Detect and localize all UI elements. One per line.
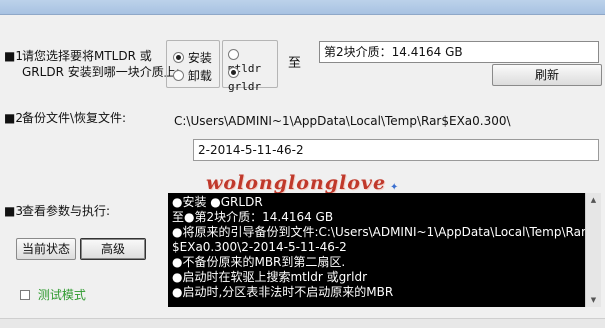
output-line: 至●第2块介质：14.4164 GB: [172, 210, 334, 224]
radio-uninstall-indicator: [173, 70, 184, 81]
section2-label: 备份文件\恢复文件:: [22, 111, 127, 125]
radio-grldr-label: grldr: [228, 80, 262, 93]
scroll-down-icon[interactable]: ▼: [586, 293, 601, 307]
radio-grldr-indicator: [228, 67, 239, 78]
action-radio-group: 安装 卸载: [166, 40, 220, 88]
window-titlebar[interactable]: [0, 0, 605, 15]
test-mode-checkbox[interactable]: 测试模式: [20, 286, 86, 303]
test-mode-checkbox-box: [20, 290, 30, 300]
output-line: ●将原来的引导备份到文件:C:\Users\ADMINI~1\AppData\L…: [172, 225, 585, 239]
section1-prompt-line1: 请您选择要将MTLDR 或: [22, 49, 152, 63]
advanced-button[interactable]: 高级: [80, 238, 146, 260]
backup-filename-value: 2-2014-5-11-46-2: [198, 143, 304, 157]
radio-mtldr-indicator: [228, 49, 239, 60]
section3-label: 查看参数与执行:: [22, 204, 111, 218]
radio-uninstall-label: 卸载: [187, 69, 212, 83]
refresh-button[interactable]: 刷新: [492, 64, 602, 86]
watermark-text: wolonglonglove: [206, 172, 387, 194]
section3-number: ■3: [4, 204, 23, 218]
to-label: 至: [288, 56, 302, 71]
output-line: ●启动时在软驱上搜索mtldr 或grldr: [172, 270, 368, 284]
output-line: ●安装 ●GRLDR: [172, 195, 263, 209]
sparkle-icon: ✦: [390, 182, 399, 193]
target-disk-dropdown[interactable]: 第2块介质：14.4164 GB: [319, 41, 599, 63]
section2-number: ■2: [4, 111, 23, 125]
output-line: ●不备份原来的MBR到第二扇区.: [172, 255, 346, 269]
output-console: ●安装 ●GRLDR 至●第2块介质：14.4164 GB ●将原来的引导备份到…: [168, 193, 585, 307]
section1-number: ■1: [4, 49, 23, 63]
radio-install[interactable]: 安装: [173, 49, 212, 66]
target-disk-value: 第2块介质：14.4164 GB: [324, 45, 463, 59]
radio-uninstall[interactable]: 卸载: [173, 67, 212, 84]
output-scrollbar[interactable]: ▲ ▼: [585, 193, 601, 307]
radio-install-indicator: [173, 52, 184, 63]
output-line: $EXa0.300\2-2014-5-11-46-2: [172, 240, 347, 254]
test-mode-label: 测试模式: [37, 288, 86, 302]
output-line: ●启动时,分区表非法时不启动原来的MBR: [172, 285, 394, 299]
loader-radio-group: mtldr grldr: [222, 40, 278, 93]
backup-path: C:\Users\ADMINI~1\AppData\Local\Temp\Rar…: [174, 114, 511, 128]
current-status-button[interactable]: 当前状态: [16, 238, 76, 260]
scroll-up-icon[interactable]: ▲: [586, 193, 601, 207]
radio-install-label: 安装: [187, 51, 212, 65]
section1-prompt-line2: GRLDR 安装到哪一块介质上:: [22, 65, 180, 79]
backup-filename-input[interactable]: 2-2014-5-11-46-2: [193, 139, 599, 161]
radio-grldr[interactable]: grldr: [228, 67, 277, 93]
